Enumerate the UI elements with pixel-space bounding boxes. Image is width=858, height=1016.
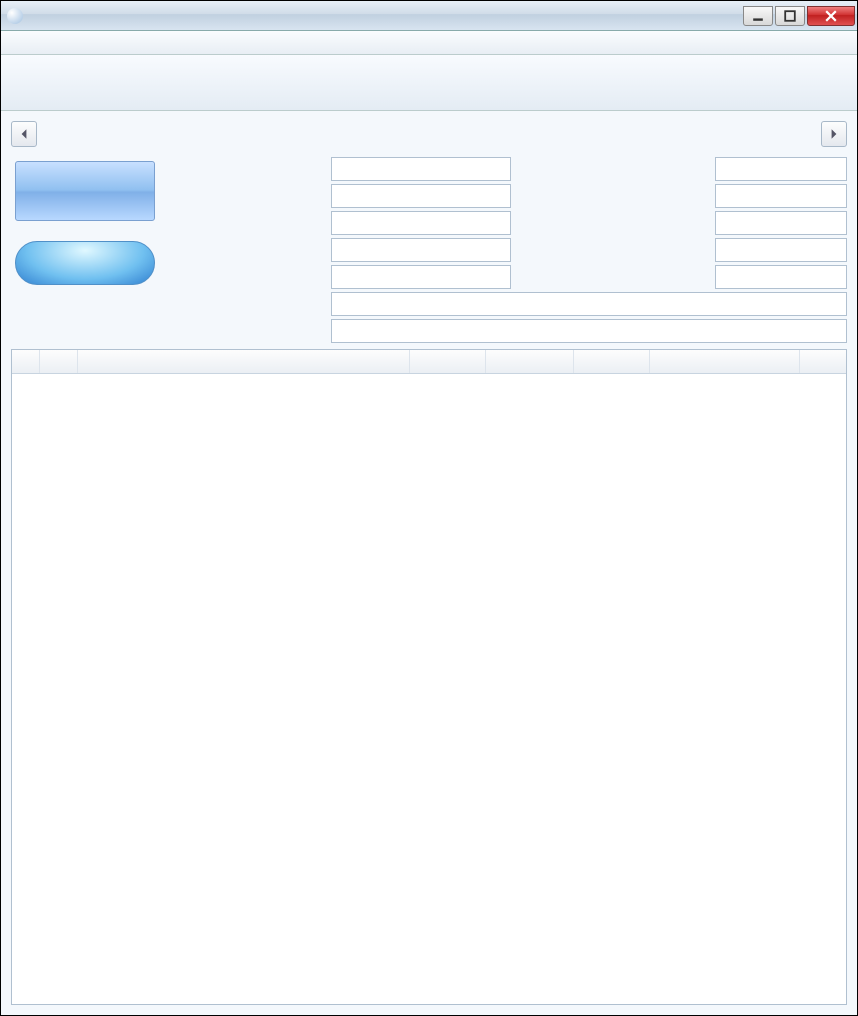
smart-table <box>11 349 847 1005</box>
close-button[interactable] <box>807 6 855 26</box>
blank-label-1 <box>517 157 709 181</box>
interface-value[interactable] <box>331 211 511 235</box>
health-status-box[interactable] <box>15 161 155 221</box>
col-attribute[interactable] <box>78 350 410 373</box>
col-threshold[interactable] <box>574 350 650 373</box>
table-body[interactable] <box>12 374 846 1004</box>
serial-value[interactable] <box>331 184 511 208</box>
drive-letter-value[interactable] <box>331 265 511 289</box>
drive-selector-bar <box>1 55 857 111</box>
col-status-icon[interactable] <box>12 350 40 373</box>
next-drive-button[interactable] <box>821 121 847 147</box>
power-on-hours-label <box>517 265 709 289</box>
blank-value-1[interactable] <box>715 157 847 181</box>
power-on-count-value[interactable] <box>715 238 847 262</box>
power-on-count-label <box>517 238 709 262</box>
rpm-label <box>517 211 709 235</box>
minimize-button[interactable] <box>743 6 773 26</box>
app-window <box>0 0 858 1016</box>
app-icon <box>7 8 23 24</box>
col-worst[interactable] <box>486 350 574 373</box>
maximize-button[interactable] <box>775 6 805 26</box>
temperature-box[interactable] <box>15 241 155 285</box>
blank-label-2 <box>517 184 709 208</box>
prev-drive-button[interactable] <box>11 121 37 147</box>
blank-value-2[interactable] <box>715 184 847 208</box>
transfer-mode-value[interactable] <box>331 238 511 262</box>
features-value[interactable] <box>331 319 847 343</box>
col-current[interactable] <box>410 350 486 373</box>
firmware-value[interactable] <box>331 157 511 181</box>
power-on-hours-value[interactable] <box>715 265 847 289</box>
col-id[interactable] <box>40 350 78 373</box>
rpm-value[interactable] <box>715 211 847 235</box>
col-raw[interactable] <box>650 350 800 373</box>
table-header <box>12 350 846 374</box>
titlebar[interactable] <box>1 1 857 31</box>
standard-value[interactable] <box>331 292 847 316</box>
menubar <box>1 31 857 55</box>
